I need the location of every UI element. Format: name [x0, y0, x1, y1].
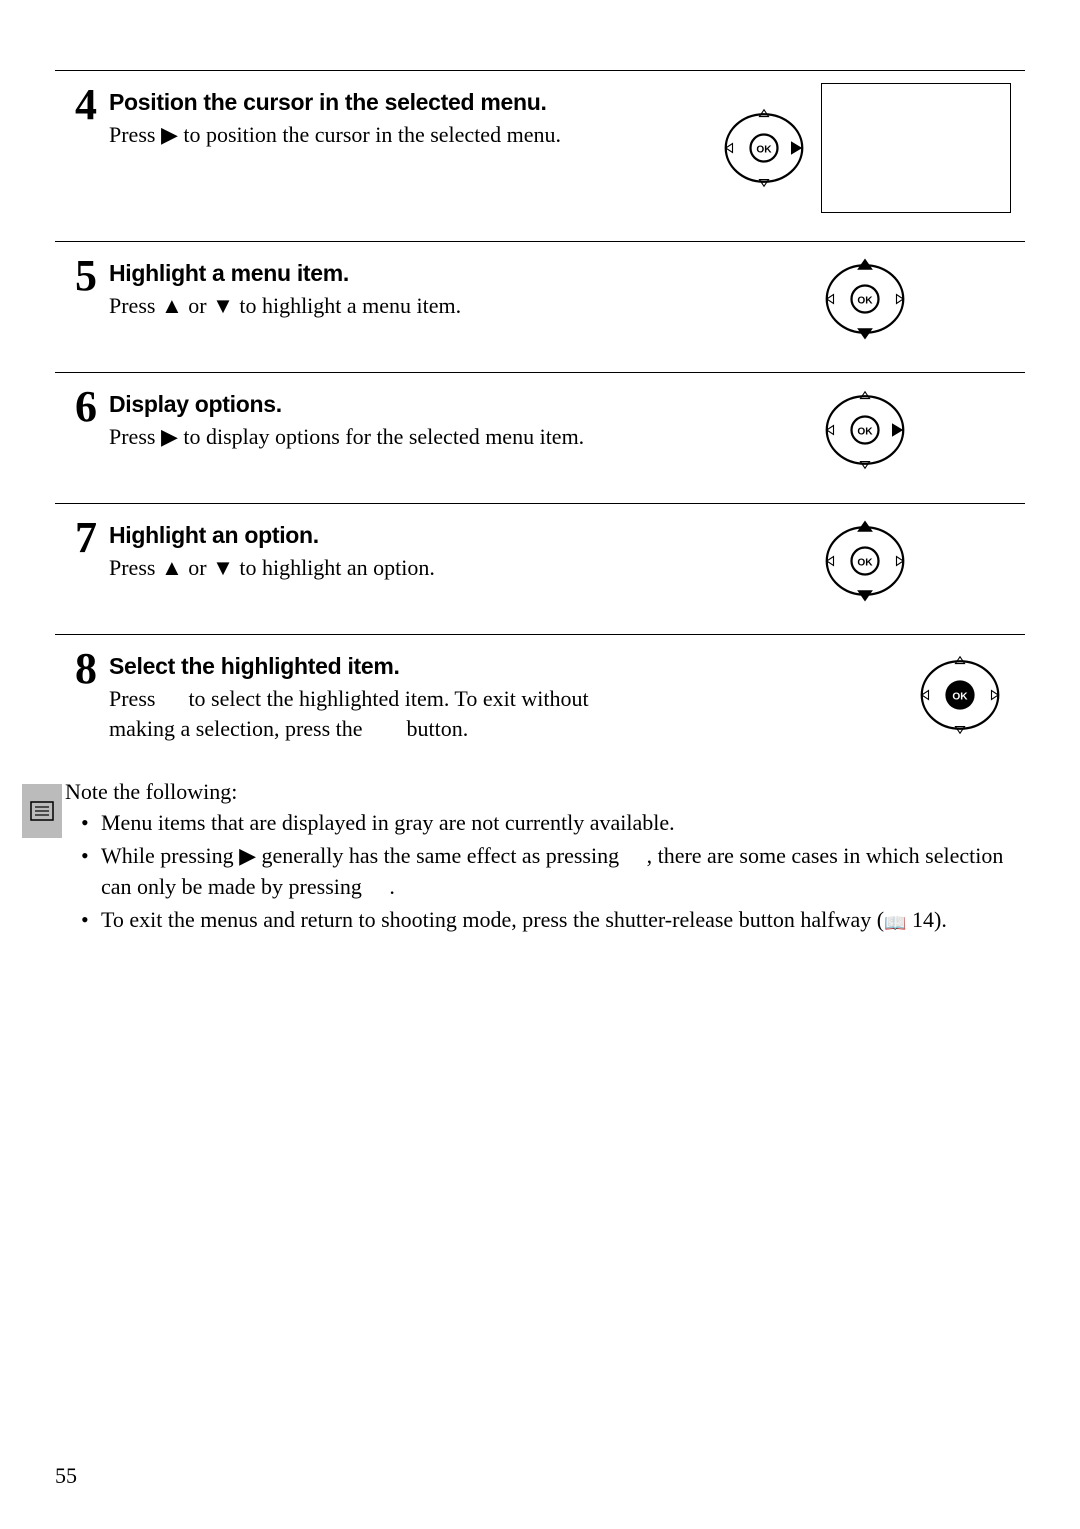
- step-4: 4 Position the cursor in the selected me…: [55, 70, 1025, 241]
- step-number: 4: [55, 83, 109, 213]
- step-text: Press ▶ to display options for the selec…: [109, 422, 589, 452]
- up-arrow-icon: ▲: [161, 555, 183, 580]
- text-part: Press: [109, 555, 161, 580]
- step-number: 5: [55, 254, 109, 344]
- step-text: Press ▶ to position the cursor in the se…: [109, 120, 589, 150]
- step-number: 6: [55, 385, 109, 475]
- right-arrow-icon: ▶: [239, 843, 256, 868]
- right-arrow-icon: ▶: [161, 424, 178, 449]
- step-title: Highlight an option.: [109, 522, 705, 549]
- text-part: to highlight a menu item.: [234, 293, 461, 318]
- dpad-right-icon: OK: [820, 385, 910, 475]
- step-title: Highlight a menu item.: [109, 260, 705, 287]
- text-part: to highlight an option.: [234, 555, 435, 580]
- step-7: 7 Highlight an option. Press ▲ or ▼ to h…: [55, 503, 1025, 634]
- bullet-item: Menu items that are displayed in gray ar…: [75, 808, 1025, 839]
- svg-text:OK: OK: [857, 427, 873, 438]
- step-6: 6 Display options. Press ▶ to display op…: [55, 372, 1025, 503]
- text-part: or: [183, 555, 212, 580]
- menu-list-icon: [30, 801, 54, 821]
- down-arrow-icon: ▼: [212, 293, 234, 318]
- up-arrow-icon: ▲: [161, 293, 183, 318]
- page-ref-icon: 📖: [884, 911, 906, 936]
- step-5: 5 Highlight a menu item. Press ▲ or ▼ to…: [55, 241, 1025, 372]
- step-text: Press ▲ or ▼ to highlight an option.: [109, 553, 589, 583]
- text-part: Press: [109, 424, 161, 449]
- text-part: 14).: [907, 907, 947, 932]
- step-number: 7: [55, 516, 109, 606]
- text-part: to position the cursor in the selected m…: [178, 122, 561, 147]
- text-part: While pressing: [101, 843, 239, 868]
- svg-text:OK: OK: [952, 692, 968, 703]
- svg-text:OK: OK: [756, 145, 772, 156]
- step-title: Position the cursor in the selected menu…: [109, 89, 705, 116]
- note-intro: Note the following:: [65, 777, 1025, 808]
- notes-section: Note the following: Menu items that are …: [55, 777, 1025, 935]
- down-arrow-icon: ▼: [212, 555, 234, 580]
- step-number: 8: [55, 647, 109, 743]
- dpad-updown-icon: OK: [820, 516, 910, 606]
- text-part: to display options for the selected menu…: [178, 424, 584, 449]
- bullet-item: To exit the menus and return to shooting…: [75, 905, 1025, 936]
- dpad-ok-icon: OK: [915, 650, 1005, 740]
- dpad-right-icon: OK: [719, 103, 809, 193]
- step-8: 8 Select the highlighted item. Press to …: [55, 634, 1025, 771]
- svg-text:OK: OK: [857, 558, 873, 569]
- step-title: Display options.: [109, 391, 705, 418]
- text-part: Menu items that are displayed in gray ar…: [101, 810, 675, 835]
- section-tab: [22, 784, 62, 838]
- step-text: Press to select the highlighted item. To…: [109, 684, 589, 743]
- text-part: Press: [109, 122, 161, 147]
- text-part: Press: [109, 293, 161, 318]
- svg-text:OK: OK: [857, 296, 873, 307]
- step-text: Press ▲ or ▼ to highlight a menu item.: [109, 291, 589, 321]
- text-part: To exit the menus and return to shooting…: [101, 907, 884, 932]
- text-part: or: [183, 293, 212, 318]
- step-title: Select the highlighted item.: [109, 653, 705, 680]
- bullet-item: While pressing ▶ generally has the same …: [75, 841, 1025, 903]
- dpad-updown-icon: OK: [820, 254, 910, 344]
- right-arrow-icon: ▶: [161, 122, 178, 147]
- screenshot-placeholder: [821, 83, 1011, 213]
- page-number: 55: [55, 1463, 77, 1489]
- note-bullets: Menu items that are displayed in gray ar…: [65, 808, 1025, 936]
